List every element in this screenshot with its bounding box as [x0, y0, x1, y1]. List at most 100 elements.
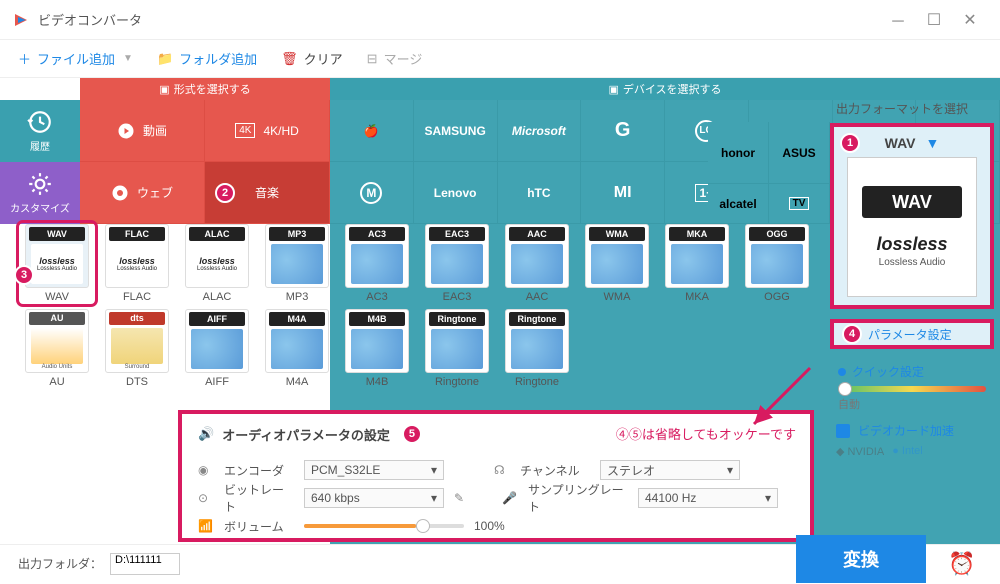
window-close-button[interactable]: ✕: [952, 5, 988, 35]
speaker-settings-icon: 🔊: [198, 426, 214, 442]
history-icon: [27, 109, 53, 135]
merge-button[interactable]: ⊟ マージ: [367, 49, 423, 68]
audio-params-panel: 🔊 オーディオパラメータの設定 5 ④⑤は省略してもオッケーです ◉ エンコーダ…: [178, 410, 814, 542]
quality-slider[interactable]: [838, 386, 986, 392]
device-icon: ▣: [608, 83, 618, 96]
volume-slider[interactable]: [304, 524, 464, 528]
tab-format[interactable]: ▣ 形式を選択する: [80, 78, 330, 100]
folder-plus-icon: 📁: [157, 51, 173, 67]
gpu-accel-toggle[interactable]: ビデオカード加速: [836, 422, 994, 439]
convert-button[interactable]: 変換: [796, 535, 926, 583]
bitrate-icon: ⊙: [198, 491, 214, 505]
plus-icon: ＋: [18, 49, 31, 68]
alarm-icon[interactable]: ⏰: [942, 544, 982, 584]
app-title: ビデオコンバータ: [38, 10, 880, 29]
add-file-button[interactable]: ＋ ファイル追加 ▼: [18, 49, 133, 68]
format-ogg[interactable]: OGGOGG: [740, 224, 814, 303]
add-folder-button[interactable]: 📁 フォルダ追加: [157, 49, 257, 68]
category-web[interactable]: ウェブ: [80, 162, 205, 224]
brand-htc[interactable]: hTC: [498, 162, 582, 224]
brand-honor[interactable]: honor: [708, 122, 769, 184]
format-m4a[interactable]: M4AM4A: [260, 309, 334, 388]
format-ringtone[interactable]: RingtoneRingtone: [500, 309, 574, 388]
panel-title: オーディオパラメータの設定: [222, 425, 390, 444]
chrome-icon: [111, 184, 129, 202]
gear-icon: [27, 171, 53, 197]
annotation-badge-5: 5: [402, 424, 422, 444]
brand-microsoft[interactable]: Microsoft: [498, 100, 582, 162]
category-4k[interactable]: 4K 4K/HD: [205, 100, 330, 162]
format-flac[interactable]: FLAClosslessLossless AudioFLAC: [100, 224, 174, 303]
encoder-select[interactable]: PCM_S32LE▾: [304, 460, 444, 480]
merge-icon: ⊟: [367, 51, 378, 67]
encoder-icon: ◉: [198, 463, 214, 477]
brand-samsung[interactable]: SAMSUNG: [414, 100, 498, 162]
doc-icon: ▣: [159, 83, 169, 96]
format-dts[interactable]: dtsSurroundDTS: [100, 309, 174, 388]
format-ac3[interactable]: AC3AC3: [340, 224, 414, 303]
output-format-preview: WAV lossless Lossless Audio: [847, 157, 977, 297]
annotation-badge-3: 3: [14, 265, 34, 285]
brand-lenovo[interactable]: Lenovo: [414, 162, 498, 224]
category-video[interactable]: 動画: [80, 100, 205, 162]
edit-icon[interactable]: ✎: [454, 491, 468, 505]
samplerate-icon: 🎤: [502, 491, 518, 505]
brand-alcatel[interactable]: alcatel: [708, 184, 769, 224]
format-m4b[interactable]: M4BM4B: [340, 309, 414, 388]
brand-tv[interactable]: TV: [769, 184, 830, 224]
app-logo-icon: [12, 11, 30, 29]
annotation-badge-2: 2: [215, 183, 235, 203]
trash-icon: 🗑: [281, 51, 298, 67]
chevron-down-icon: ▾: [765, 491, 771, 505]
right-sidebar: 出力フォーマットを選択 1 WAV▼ WAV lossless Lossless…: [830, 100, 994, 458]
brand-xiaomi[interactable]: MI: [581, 162, 665, 224]
chevron-down-icon: ▾: [727, 463, 733, 477]
format-wav[interactable]: WAVlosslessLossless AudioWAV3: [20, 224, 94, 303]
tab-device[interactable]: ▣ デバイスを選択する: [330, 78, 1000, 100]
brand-motorola[interactable]: M: [330, 162, 414, 224]
samplerate-select[interactable]: 44100 Hz▾: [638, 488, 778, 508]
format-mka[interactable]: MKAMKA: [660, 224, 734, 303]
quick-settings-button[interactable]: クイック設定: [838, 363, 994, 380]
bitrate-select[interactable]: 640 kbps▾: [304, 488, 444, 508]
clear-button[interactable]: 🗑 クリア: [281, 49, 343, 68]
play-icon: [117, 122, 135, 140]
format-wma[interactable]: WMAWMA: [580, 224, 654, 303]
dot-icon: [838, 368, 846, 376]
format-au[interactable]: AUAudio UnitsAU: [20, 309, 94, 388]
brand-google[interactable]: G: [581, 100, 665, 162]
apple-icon: 🍎: [364, 124, 379, 138]
checkbox-icon: [836, 424, 850, 438]
format-aac[interactable]: AACAAC: [500, 224, 574, 303]
brand-asus[interactable]: ASUS: [769, 122, 830, 184]
output-folder-label: 出力フォルダ：: [18, 555, 102, 572]
channel-select[interactable]: ステレオ▾: [600, 460, 740, 480]
tab-strip: ▣ 形式を選択する ▣ デバイスを選択する: [80, 78, 1000, 100]
channel-icon: ☊: [494, 463, 510, 477]
sidebar-history[interactable]: 履歴: [0, 100, 80, 162]
quality-auto-label: 自動: [838, 396, 994, 412]
annotation-badge-1: 1: [840, 133, 860, 153]
param-settings-button[interactable]: 4 パラメータ設定: [830, 319, 994, 349]
bottom-bar: 出力フォルダ： D:\111111 変換 ⏰: [0, 544, 1000, 582]
format-aiff[interactable]: AIFFAIFF: [180, 309, 254, 388]
sidebar-customize[interactable]: カスタマイズ: [0, 162, 80, 224]
4k-icon: 4K: [235, 123, 255, 138]
brand-apple[interactable]: 🍎: [330, 100, 414, 162]
format-alac[interactable]: ALAClosslessLossless AudioALAC: [180, 224, 254, 303]
chevron-down-icon: ▾: [431, 491, 437, 505]
format-ringtone[interactable]: RingtoneRingtone: [420, 309, 494, 388]
output-folder-input[interactable]: D:\111111: [110, 553, 180, 575]
annotation-arrow: [740, 358, 820, 438]
format-mp3[interactable]: MP3MP3: [260, 224, 334, 303]
titlebar: ビデオコンバータ － ☐ ✕: [0, 0, 1000, 40]
gpu-brands: ◆ NVIDIA ● Intel: [836, 445, 994, 458]
window-maximize-button[interactable]: ☐: [916, 5, 952, 35]
output-format-box[interactable]: 1 WAV▼ WAV lossless Lossless Audio: [830, 123, 994, 309]
format-eac3[interactable]: EAC3EAC3: [420, 224, 494, 303]
nvidia-icon: ◆ NVIDIA: [836, 445, 884, 458]
chevron-down-icon: ▼: [123, 53, 133, 64]
category-music[interactable]: 2 音楽: [205, 162, 330, 224]
annotation-badge-4: 4: [842, 324, 862, 344]
window-minimize-button[interactable]: －: [880, 5, 916, 35]
